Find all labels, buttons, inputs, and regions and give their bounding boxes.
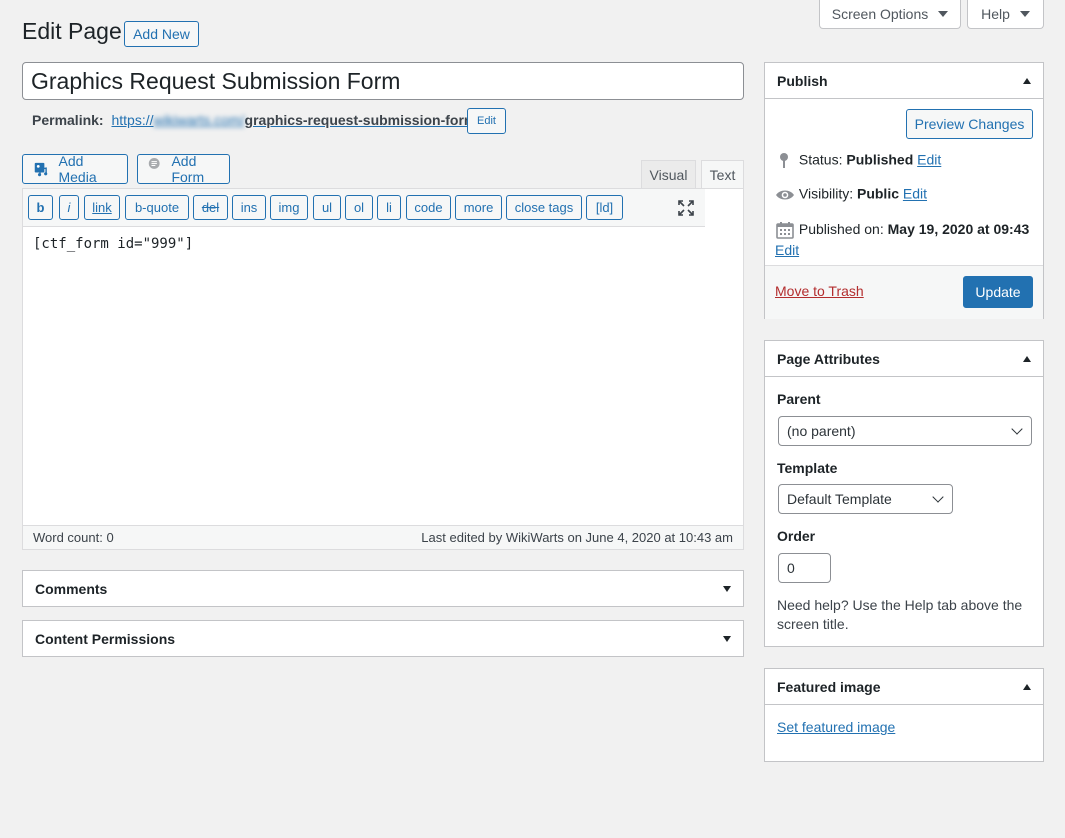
qt-img-button[interactable]: img [270,195,308,220]
toggle-up-icon[interactable] [1023,683,1031,690]
publish-box: Publish Preview Changes Status: Publishe… [764,62,1044,319]
status-label: Status: [798,151,843,168]
post-title-value: Graphics Request Submission Form [31,67,401,94]
move-to-trash-link[interactable]: Move to Trash [775,283,864,299]
publish-heading: Publish [777,72,828,89]
caret-down-icon [1019,11,1030,17]
page-attributes-heading: Page Attributes [777,350,880,367]
page-attributes-box: Page Attributes Parent (no parent) Templ… [764,340,1044,647]
status-edit-link[interactable]: Edit [917,152,941,168]
parent-value: (no parent) [787,423,856,439]
toggle-up-icon[interactable] [1023,77,1031,84]
published-value: May 19, 2020 at 09:43 [887,221,1030,237]
help-button[interactable]: Help [967,0,1044,29]
order-input[interactable]: 0 [778,553,831,583]
qt-italic-button[interactable]: i [59,195,79,220]
visibility-value: Public [856,185,899,202]
add-media-button[interactable]: Add Media [22,153,128,185]
published-label: Published on: [798,221,884,237]
featured-image-heading: Featured image [777,678,881,695]
parent-label: Parent [777,391,821,407]
qt-bquote-button[interactable]: b-quote [125,195,189,220]
word-count: Word count: 0 [33,530,114,545]
published-edit-link[interactable]: Edit [775,242,799,258]
qt-bold-button[interactable]: b [28,195,53,220]
fullscreen-icon[interactable] [677,199,695,217]
permalink-edit-button[interactable]: Edit [467,108,506,134]
page-title: Edit Page [22,18,122,44]
chevron-down-icon [932,491,944,503]
update-button[interactable]: Update [963,276,1033,308]
qt-ul-button[interactable]: ul [313,195,341,220]
qt-link-button[interactable]: link [84,195,120,220]
comments-heading: Comments [35,581,108,597]
tab-visual[interactable]: Visual [641,160,696,188]
form-icon [148,158,160,169]
order-value: 0 [787,560,795,576]
content-permissions-box[interactable]: Content Permissions [22,620,744,657]
eye-icon [776,190,794,200]
tab-text[interactable]: Text [701,160,744,189]
qt-more-button[interactable]: more [455,195,502,220]
permalink-prefix: https:// [111,112,154,128]
template-value: Default Template [787,491,892,507]
visibility-edit-link[interactable]: Edit [903,186,927,202]
status-row: Status: Published Edit [775,151,941,171]
add-form-label: Add Form [171,153,205,185]
add-media-label: Add Media [58,153,97,185]
add-new-button[interactable]: Add New [124,21,199,47]
published-on-row: Published on: May 19, 2020 at 09:43 Edit [775,219,1040,260]
template-select[interactable]: Default Template [778,484,953,514]
permalink-slug: graphics-request-submission-form/ [244,112,481,128]
media-icon [34,162,48,177]
template-label: Template [777,460,838,476]
qt-ol-button[interactable]: ol [345,195,373,220]
add-form-button[interactable]: Add Form [137,153,230,185]
featured-image-box: Featured image Set featured image [764,668,1044,762]
parent-select[interactable]: (no parent) [778,416,1032,446]
qt-ld-button[interactable]: [ld] [586,195,623,220]
quicktags-toolbar: b i link b-quote del ins img ul ol li co… [23,189,705,227]
permalink-link[interactable]: https://wikiwarts.com/graphics-request-s… [111,112,480,128]
pin-icon [780,153,788,168]
visibility-label: Visibility: [798,185,854,202]
qt-li-button[interactable]: li [377,195,401,220]
order-label: Order [777,528,816,544]
screen-options-button[interactable]: Screen Options [819,0,961,29]
permalink-domain: wikiwarts.com/ [153,112,245,128]
permalink-row: Permalink: https://wikiwarts.com/graphic… [32,112,480,128]
set-featured-image-link[interactable]: Set featured image [777,719,895,735]
visibility-row: Visibility: Public Edit [775,185,927,205]
toggle-up-icon[interactable] [1023,355,1031,362]
qt-del-button[interactable]: del [193,195,228,220]
comments-box[interactable]: Comments [22,570,744,607]
caret-down-icon [938,11,949,17]
text-editor: b i link b-quote del ins img ul ol li co… [22,188,744,550]
editor-content[interactable]: [ctf_form id="999"] [33,236,193,252]
status-value: Published [846,151,914,168]
editor-status-bar: Word count: 0 Last edited by WikiWarts o… [23,525,743,549]
screen-options-label: Screen Options [831,6,929,22]
content-permissions-heading: Content Permissions [35,631,176,647]
qt-code-button[interactable]: code [406,195,451,220]
toggle-down-icon[interactable] [723,586,731,592]
chevron-down-icon [1011,423,1023,435]
permalink-label: Permalink: [32,112,104,128]
qt-ins-button[interactable]: ins [232,195,266,220]
toggle-down-icon[interactable] [723,636,731,642]
qt-close-tags-button[interactable]: close tags [506,195,582,220]
page-attributes-help: Need help? Use the Help tab above the sc… [777,597,1023,632]
preview-changes-button[interactable]: Preview Changes [906,109,1033,139]
last-edited: Last edited by WikiWarts on June 4, 2020… [421,530,733,545]
help-label: Help [981,6,1010,22]
post-title-input[interactable]: Graphics Request Submission Form [22,62,744,100]
publish-actions: Move to Trash Update [765,265,1043,319]
calendar-icon [776,222,794,240]
